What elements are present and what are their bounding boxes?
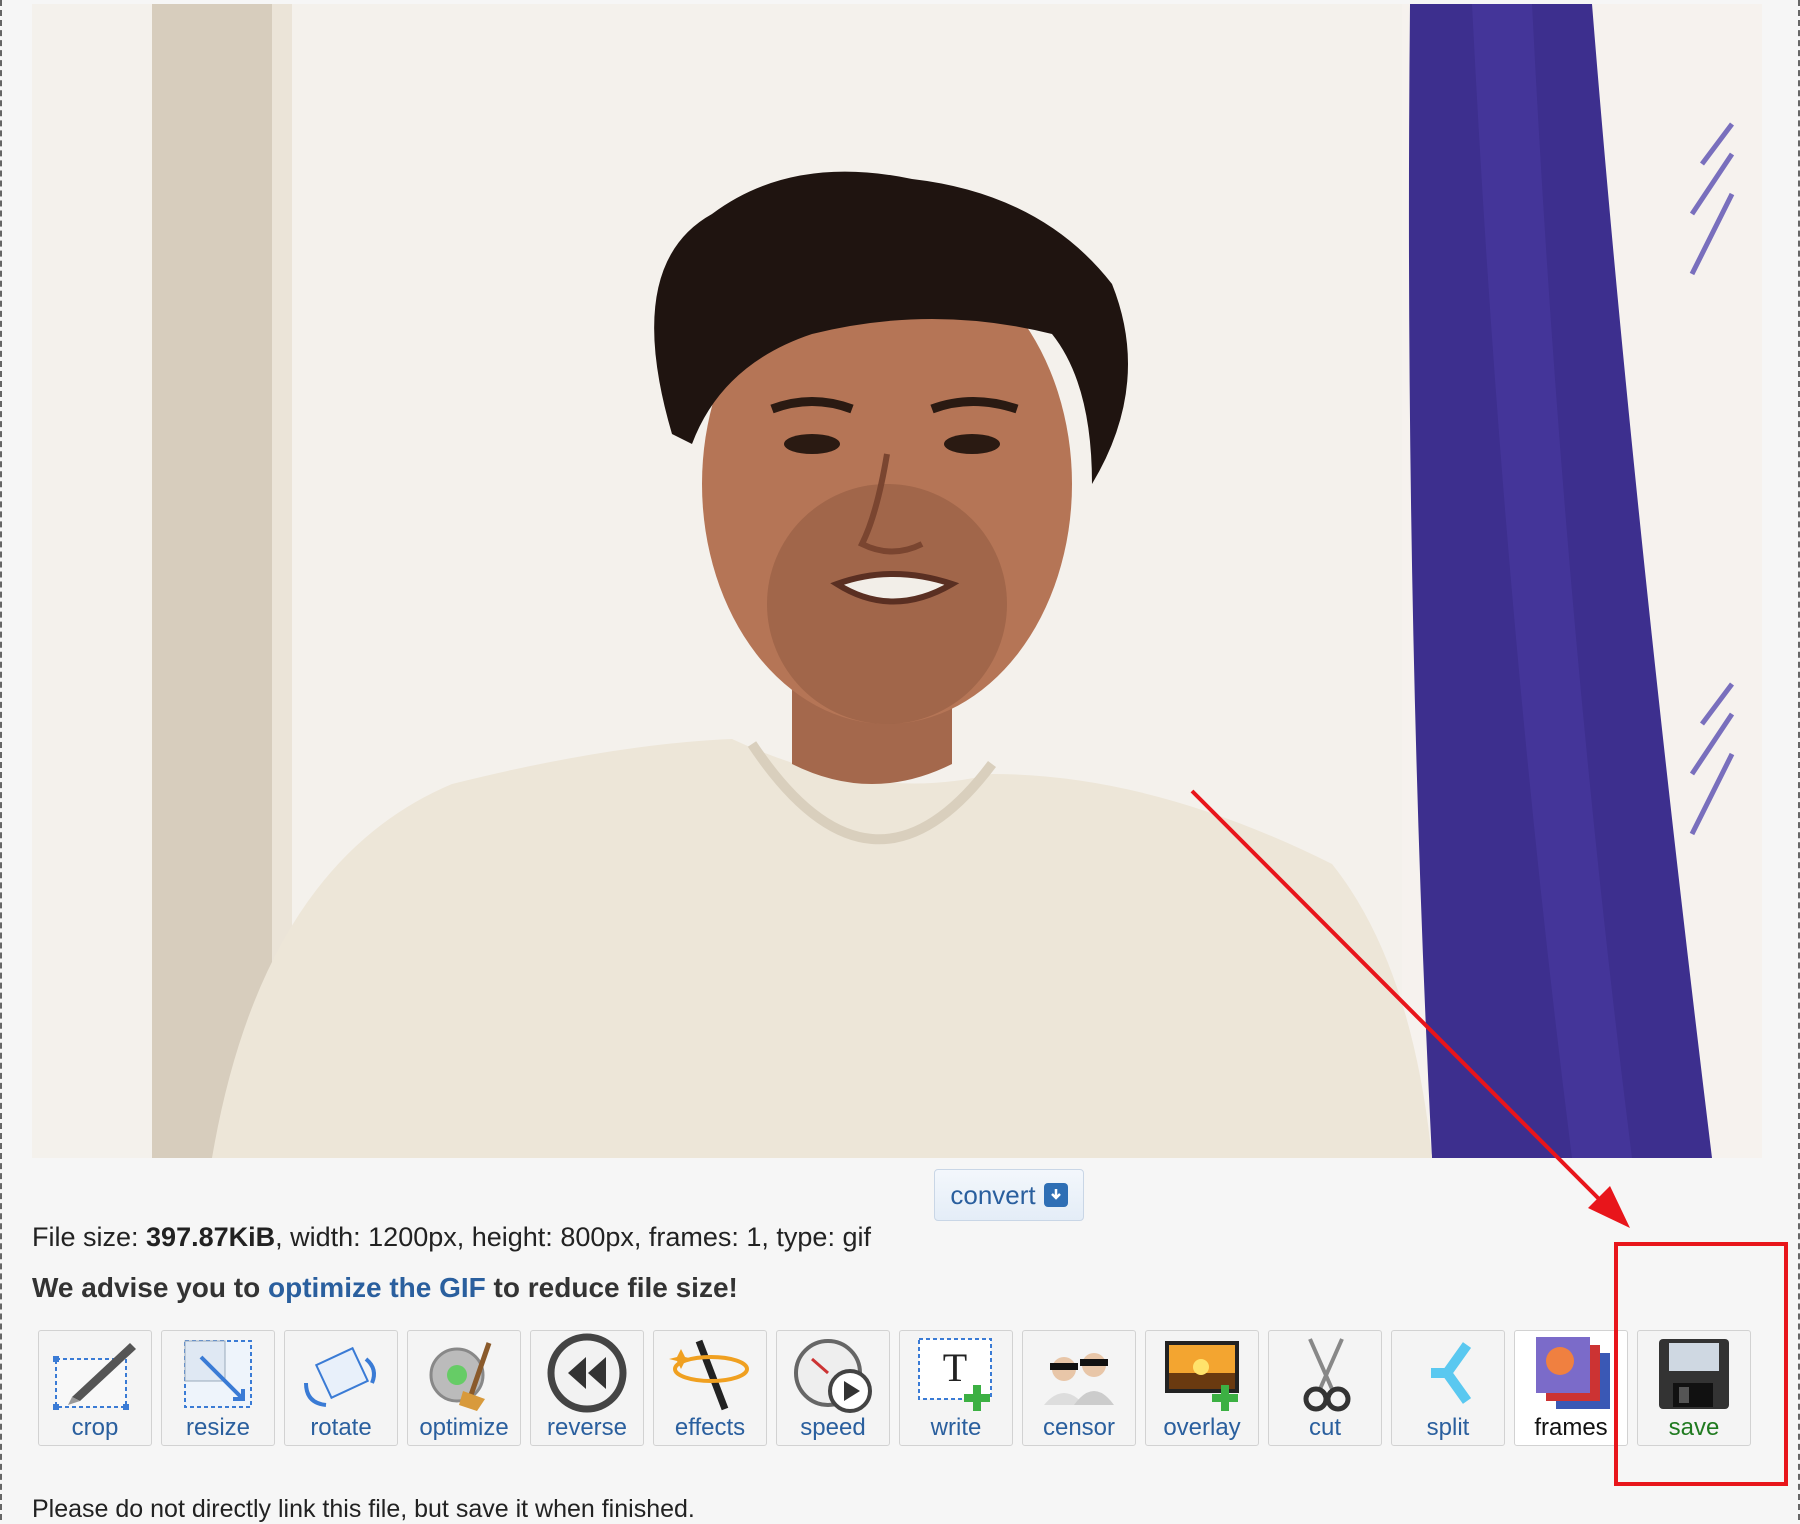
tool-label: crop [71, 1414, 119, 1441]
tool-label: rotate [310, 1414, 372, 1441]
cut-icon [1275, 1331, 1375, 1415]
svg-text:T: T [943, 1345, 967, 1390]
file-info: File size: 397.87KiB, width: 1200px, hei… [32, 1222, 871, 1253]
tool-crop[interactable]: crop [38, 1330, 152, 1446]
tool-label: frames [1534, 1414, 1608, 1441]
speed-icon [783, 1331, 883, 1415]
write-icon: T [906, 1331, 1006, 1415]
tool-label: write [930, 1414, 982, 1441]
optimize-gif-link[interactable]: optimize the GIF [268, 1272, 486, 1303]
tool-frames[interactable]: frames [1514, 1330, 1628, 1446]
tool-label: overlay [1163, 1414, 1241, 1441]
tool-label: resize [185, 1414, 251, 1441]
convert-label: convert [950, 1179, 1036, 1210]
tool-optimize[interactable]: optimize [407, 1330, 521, 1446]
censor-icon [1029, 1331, 1129, 1415]
tool-label: speed [800, 1414, 866, 1441]
reverse-icon [537, 1331, 637, 1415]
tool-label: save [1668, 1414, 1720, 1441]
tool-overlay[interactable]: overlay [1145, 1330, 1259, 1446]
optimize-advice: We advise you to optimize the GIF to red… [32, 1272, 738, 1304]
gif-preview-image [32, 4, 1762, 1158]
tool-speed[interactable]: speed [776, 1330, 890, 1446]
file-size-value: 397.87KiB [146, 1222, 276, 1252]
save-icon [1644, 1331, 1744, 1415]
tool-effects[interactable]: effects [653, 1330, 767, 1446]
tool-censor[interactable]: censor [1022, 1330, 1136, 1446]
tool-save[interactable]: save [1637, 1330, 1751, 1446]
tool-label: reverse [546, 1414, 628, 1441]
tool-label: cut [1308, 1414, 1341, 1441]
tool-write[interactable]: T write [899, 1330, 1013, 1446]
resize-icon [168, 1331, 268, 1415]
toolbar: crop resize rotate optimize reverse effe… [38, 1330, 1751, 1446]
frames-icon [1521, 1331, 1621, 1415]
tool-label: split [1426, 1414, 1470, 1441]
convert-button[interactable]: convert [934, 1169, 1084, 1221]
tool-split[interactable]: split [1391, 1330, 1505, 1446]
rotate-icon [291, 1331, 391, 1415]
split-icon [1398, 1331, 1498, 1415]
tool-rotate[interactable]: rotate [284, 1330, 398, 1446]
tool-resize[interactable]: resize [161, 1330, 275, 1446]
overlay-icon [1152, 1331, 1252, 1415]
crop-icon [45, 1331, 145, 1415]
download-arrow-icon [1043, 1183, 1068, 1207]
tool-label: censor [1042, 1414, 1116, 1441]
tool-reverse[interactable]: reverse [530, 1330, 644, 1446]
advice-after: to reduce file size! [485, 1272, 738, 1303]
file-info-details: , width: 1200px, height: 800px, frames: … [275, 1222, 871, 1252]
advice-before: We advise you to [32, 1272, 268, 1303]
effects-icon [660, 1331, 760, 1415]
optimize-icon [414, 1331, 514, 1415]
tool-label: optimize [419, 1414, 509, 1441]
file-info-prefix: File size: [32, 1222, 147, 1252]
tool-cut[interactable]: cut [1268, 1330, 1382, 1446]
tool-label: effects [674, 1414, 746, 1441]
